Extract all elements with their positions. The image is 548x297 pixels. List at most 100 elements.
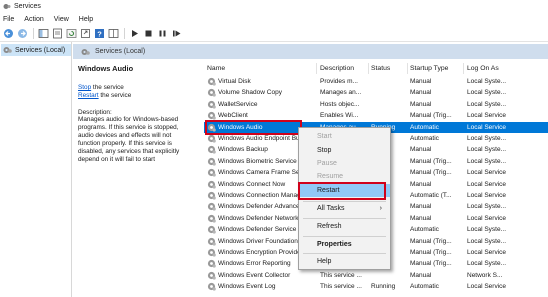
menu-action[interactable]: Action bbox=[24, 16, 43, 23]
column-divider[interactable] bbox=[407, 63, 408, 74]
service-log-on-as: Local Service bbox=[467, 169, 507, 177]
menu-item-refresh[interactable]: Refresh bbox=[299, 220, 390, 233]
service-gear-icon bbox=[207, 237, 216, 246]
service-row[interactable]: Windows Event Log This service ... Running… bbox=[204, 281, 548, 292]
service-startup-type: Manual (Trig... bbox=[410, 169, 452, 177]
service-gear-icon bbox=[207, 112, 216, 120]
service-name: Windows Event Log bbox=[218, 283, 276, 291]
stop-icon[interactable] bbox=[143, 28, 154, 39]
tree-item-label: Services (Local) bbox=[15, 46, 66, 54]
svg-text:?: ? bbox=[97, 29, 102, 38]
restart-icon[interactable] bbox=[171, 28, 182, 39]
service-log-on-as: Local Service bbox=[467, 123, 507, 131]
service-log-on-as: Local Syste... bbox=[467, 203, 507, 211]
tree-item-services-local[interactable]: Services (Local) bbox=[1, 44, 71, 56]
menu-item-pause[interactable]: Pause bbox=[299, 157, 390, 170]
service-row[interactable]: Volume Shadow Copy Manages an... Manual Loc… bbox=[204, 87, 548, 98]
menu-view[interactable]: View bbox=[54, 16, 69, 23]
title-bar: Services bbox=[0, 0, 548, 13]
menu-item-all-tasks[interactable]: All Tasks › bbox=[299, 202, 390, 215]
refresh-icon[interactable] bbox=[66, 28, 77, 39]
menu-item-stop[interactable]: Stop bbox=[299, 144, 390, 157]
service-gear-icon bbox=[207, 203, 216, 211]
export-icon[interactable] bbox=[80, 28, 91, 39]
services-icon bbox=[3, 47, 12, 53]
services-app-icon bbox=[3, 3, 11, 10]
menu-separator bbox=[303, 253, 386, 254]
menu-help[interactable]: Help bbox=[79, 16, 93, 23]
service-startup-type: Manual bbox=[410, 271, 432, 279]
description-line: audio devices and effects will not bbox=[78, 132, 172, 139]
view-icon[interactable] bbox=[108, 28, 119, 39]
service-log-on-as: Local Syste... bbox=[467, 78, 507, 85]
pause-icon[interactable] bbox=[157, 28, 168, 39]
menu-separator bbox=[303, 236, 386, 237]
column-divider[interactable] bbox=[368, 63, 369, 74]
service-log-on-as: Local Syste... bbox=[467, 226, 507, 234]
service-description: Enables Wi... bbox=[320, 112, 359, 120]
menu-separator bbox=[303, 218, 386, 219]
service-gear-icon bbox=[207, 226, 216, 234]
properties-icon[interactable] bbox=[52, 28, 63, 39]
service-startup-type: Automatic bbox=[410, 226, 439, 234]
forward-arrow-icon[interactable] bbox=[17, 28, 28, 39]
menu-file[interactable]: File bbox=[3, 16, 14, 23]
description-line: Manages audio for Windows-based bbox=[78, 116, 179, 123]
service-gear-icon bbox=[207, 134, 216, 143]
service-gear-icon bbox=[207, 77, 216, 86]
start-icon[interactable] bbox=[129, 28, 140, 39]
service-startup-type: Manual bbox=[410, 100, 432, 108]
menu-item-start[interactable]: Start bbox=[299, 130, 390, 143]
service-startup-type: Manual bbox=[410, 89, 432, 97]
service-log-on-as: Local Service bbox=[467, 249, 507, 256]
description-text: Manages audio for Windows-based programs… bbox=[78, 116, 204, 164]
service-gear-icon bbox=[207, 191, 216, 200]
services-icon bbox=[81, 48, 90, 55]
description-line: disabled, any services that explicitly bbox=[78, 148, 180, 155]
service-startup-type: Manual (Trig... bbox=[410, 260, 452, 268]
column-header-description[interactable]: Description bbox=[320, 65, 354, 72]
description-line: depend on it will fail to start bbox=[78, 156, 156, 163]
description-label: Description: bbox=[78, 109, 112, 116]
toolbar: ? bbox=[0, 25, 548, 42]
service-log-on-as: Local Syste... bbox=[467, 135, 507, 142]
restart-service-link[interactable]: Restart bbox=[78, 92, 99, 99]
service-log-on-as: Local Syste... bbox=[467, 100, 507, 108]
menu-item-help[interactable]: Help bbox=[299, 255, 390, 268]
service-description: This service ... bbox=[320, 271, 362, 279]
restart-line-text: the service bbox=[98, 92, 132, 99]
service-log-on-as: Local Service bbox=[467, 214, 507, 222]
pane-title: Services (Local) bbox=[95, 48, 146, 55]
service-description: Provides m... bbox=[320, 78, 358, 85]
service-gear-icon bbox=[207, 100, 216, 109]
toolbar-separator-2 bbox=[124, 27, 125, 39]
service-gear-icon bbox=[207, 260, 216, 268]
stop-line: Stop the service bbox=[78, 84, 204, 92]
service-startup-type: Manual bbox=[410, 203, 432, 211]
column-header-startup-type[interactable]: Startup Type bbox=[410, 65, 448, 72]
service-gear-icon bbox=[207, 180, 216, 189]
service-description: Manages an... bbox=[320, 89, 362, 97]
service-row[interactable]: Windows Event Collector This service ... M… bbox=[204, 270, 548, 281]
service-row[interactable]: Virtual Disk Provides m... Manual Local Sys… bbox=[204, 76, 548, 87]
console-tree-icon[interactable] bbox=[38, 28, 49, 39]
column-divider[interactable] bbox=[463, 63, 464, 74]
service-name: WalletService bbox=[218, 100, 258, 108]
service-gear-icon bbox=[207, 271, 216, 280]
service-name: Volume Shadow Copy bbox=[218, 89, 282, 97]
column-header-status[interactable]: Status bbox=[371, 65, 390, 72]
column-header-log-on-as[interactable]: Log On As bbox=[467, 65, 499, 72]
service-log-on-as: Local Service bbox=[467, 180, 507, 188]
stop-line-text: the service bbox=[91, 84, 124, 91]
stop-service-link[interactable]: Stop bbox=[78, 84, 91, 91]
column-header-name[interactable]: Name bbox=[207, 65, 225, 72]
column-divider[interactable] bbox=[316, 63, 317, 74]
help-icon[interactable]: ? bbox=[94, 28, 105, 39]
all-tasks-label: All Tasks bbox=[317, 205, 345, 212]
menu-item-properties[interactable]: Properties bbox=[299, 238, 390, 251]
service-row[interactable]: WalletService Hosts objec... Manual Local S… bbox=[204, 99, 548, 110]
service-log-on-as: Local Syste... bbox=[467, 146, 507, 154]
back-arrow-icon[interactable] bbox=[3, 28, 14, 39]
service-startup-type: Manual (Trig... bbox=[410, 157, 452, 165]
service-startup-type: Manual (Trig... bbox=[410, 249, 452, 256]
